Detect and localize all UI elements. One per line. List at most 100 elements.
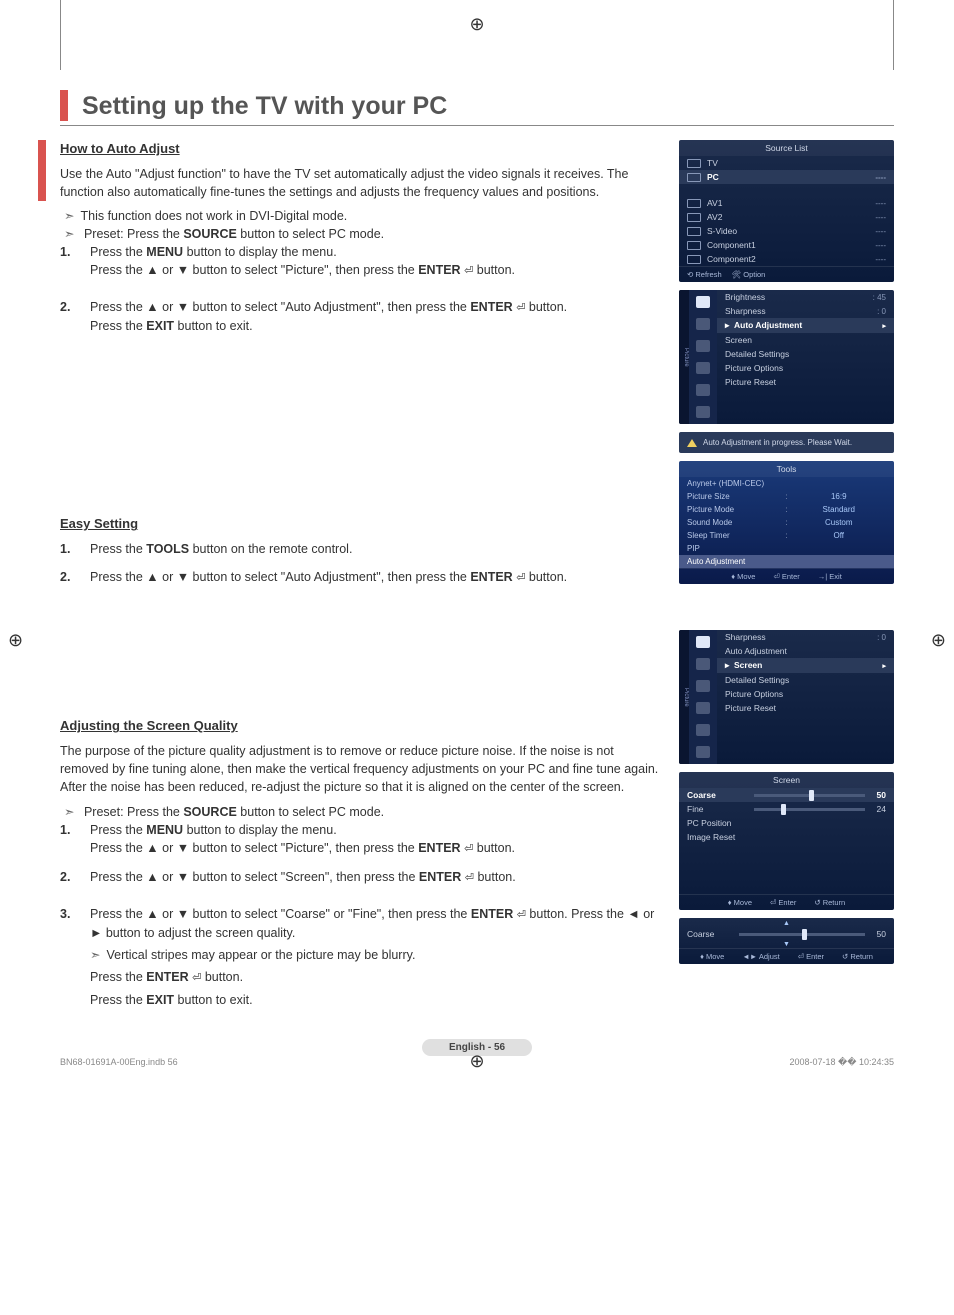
monitor-icon: [696, 636, 710, 648]
enter-icon: ⏎: [465, 872, 474, 884]
up-arrow-icon: ▲: [679, 918, 894, 927]
osd-menu-item: Coarse50: [679, 788, 894, 802]
osd-menu-item: Picture Reset: [717, 701, 894, 715]
osd-slider-row: Coarse 50: [679, 927, 894, 941]
osd-title: Source List: [679, 140, 894, 156]
warning-icon: [687, 439, 697, 447]
page-title: Setting up the TV with your PC: [82, 90, 447, 121]
osd-footer-hint: ⏎ Enter: [773, 572, 799, 581]
osd-menu-item: Fine24: [679, 802, 894, 816]
source-icon: [687, 227, 701, 236]
slider-thumb: [809, 790, 814, 801]
source-icon: [687, 241, 701, 250]
osd-menu-item: Screen: [717, 333, 894, 347]
osd-picture-menu: Picture Brightness: 45Sharpness: 0 ▸ Aut…: [679, 290, 894, 424]
gear-icon: [696, 362, 710, 374]
document-footer: BN68-01691A-00Eng.indb 56 2008-07-18 �� …: [60, 1057, 894, 1068]
intro-text: Use the Auto "Adjust function" to have t…: [60, 165, 659, 201]
osd-footer-hint: ◄► Adjust: [742, 952, 779, 961]
osd-menu-item: Auto Adjustment: [679, 555, 894, 568]
app-icon: [696, 746, 710, 758]
slider-track: [754, 794, 865, 797]
input-icon: [696, 384, 710, 396]
doc-filename: BN68-01691A-00Eng.indb 56: [60, 1057, 178, 1068]
osd-menu-item: PIP: [679, 542, 894, 555]
osd-source-item: PC----: [679, 170, 894, 184]
title-accent-bar: [60, 90, 68, 121]
osd-source-item: Component2----: [679, 252, 894, 266]
step-item: 3. Press the ▲ or ▼ button to select "Co…: [90, 905, 659, 1009]
osd-menu-item: Anynet+ (HDMI-CEC): [679, 477, 894, 490]
osd-tab-label: Picture: [679, 630, 689, 764]
source-icon: [687, 255, 701, 264]
note-item: Preset: Press the SOURCE button to selec…: [82, 225, 659, 243]
input-icon: [696, 724, 710, 736]
monitor-icon: [696, 296, 710, 308]
osd-menu-item: Picture Mode:Standard: [679, 503, 894, 516]
osd-menu-item: Picture Options: [717, 687, 894, 701]
step-item: 1. Press the MENU button to display the …: [90, 821, 659, 858]
speaker-icon: [696, 680, 710, 692]
osd-menu-item: ▸ Screen▸: [717, 658, 894, 673]
osd-menu-item: Detailed Settings: [717, 347, 894, 361]
slider-thumb: [781, 804, 786, 815]
osd-menu-item: Sound Mode:Custom: [679, 516, 894, 529]
osd-footer-hint: 🛠 Option: [732, 270, 766, 279]
osd-menu-item: Auto Adjustment: [717, 644, 894, 658]
osd-footer-hint: →| Exit: [818, 572, 842, 581]
osd-menu-item: PC Position: [679, 816, 894, 830]
osd-menu-item: Brightness: 45: [717, 290, 894, 304]
osd-source-item: Component1----: [679, 238, 894, 252]
section-heading: Easy Setting: [60, 515, 659, 534]
osd-icon-strip: [689, 290, 717, 424]
intro-text: The purpose of the picture quality adjus…: [60, 742, 659, 796]
osd-footer-hint: ⏎ Enter: [770, 898, 796, 907]
source-icon: [687, 213, 701, 222]
note-item: Vertical stripes may appear or the pictu…: [108, 946, 659, 964]
info-icon: [696, 318, 710, 330]
osd-icon-strip: [689, 630, 717, 764]
page-title-row: Setting up the TV with your PC: [60, 90, 894, 126]
osd-menu-item: Sharpness: 0: [717, 304, 894, 318]
enter-icon: ⏎: [517, 909, 526, 921]
info-text: Auto Adjustment in progress. Please Wait…: [703, 438, 852, 447]
osd-title: Screen: [679, 772, 894, 788]
step-item: 1. Press the TOOLS button on the remote …: [90, 540, 659, 558]
osd-menu-item: Detailed Settings: [717, 673, 894, 687]
osd-info-bar: Auto Adjustment in progress. Please Wait…: [679, 432, 894, 453]
crop-frame: [60, 0, 894, 70]
osd-footer-hint: ↺ Return: [842, 952, 873, 961]
osd-menu-item: Picture Size:16:9: [679, 490, 894, 503]
osd-footer-hint: ♦ Move: [731, 572, 755, 581]
slider-track: [754, 808, 865, 811]
osd-footer-hint: ↺ Return: [814, 898, 845, 907]
enter-icon: ⏎: [464, 843, 473, 855]
step-item: 2. Press the ▲ or ▼ button to select "Au…: [90, 568, 659, 587]
down-arrow-icon: ▼: [679, 941, 894, 948]
osd-menu-item: Picture Options: [717, 361, 894, 375]
section-heading: Adjusting the Screen Quality: [60, 717, 659, 736]
source-icon: [687, 173, 701, 182]
osd-menu-item: Sharpness: 0: [717, 630, 894, 644]
osd-tools-menu: Tools Anynet+ (HDMI-CEC) Picture Size:16…: [679, 461, 894, 584]
osd-title: Tools: [679, 461, 894, 477]
osd-tab-label: Picture: [679, 290, 689, 424]
section-heading: How to Auto Adjust: [60, 140, 659, 159]
osd-source-item: S-Video----: [679, 224, 894, 238]
enter-icon: ⏎: [192, 972, 201, 984]
osd-source-item: TV: [679, 156, 894, 170]
step-item: 2. Press the ▲ or ▼ button to select "Sc…: [90, 868, 659, 887]
slider-track: [739, 933, 865, 936]
osd-menu-item: ▸ Auto Adjustment▸: [717, 318, 894, 333]
osd-picture-menu: Picture Sharpness: 0Auto Adjustment ▸ Sc…: [679, 630, 894, 764]
osd-footer-hint: ⏎ Enter: [798, 952, 824, 961]
enter-icon: ⏎: [464, 265, 473, 277]
step-item: 1. Press the MENU button to display the …: [90, 243, 659, 280]
osd-source-item: AV1----: [679, 196, 894, 210]
source-icon: [687, 159, 701, 168]
slider-thumb: [802, 929, 807, 940]
source-icon: [687, 199, 701, 208]
osd-screen-menu: Screen Coarse50Fine24PC PositionImage Re…: [679, 772, 894, 910]
app-icon: [696, 406, 710, 418]
osd-source-item: AV2----: [679, 210, 894, 224]
